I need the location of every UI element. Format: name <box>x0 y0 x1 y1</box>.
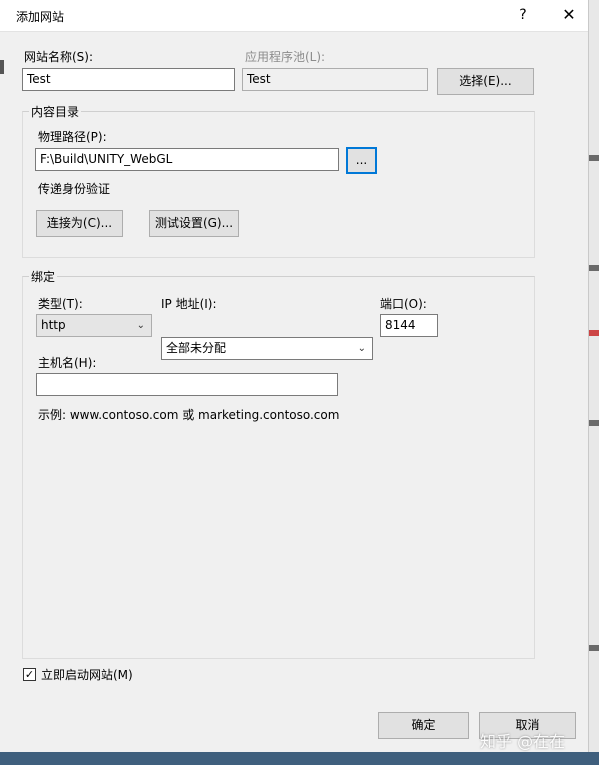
site-name-input[interactable]: Test <box>22 68 235 91</box>
pass-through-auth-label: 传递身份验证 <box>38 182 111 196</box>
select-pool-button[interactable]: 选择(E)... <box>437 68 534 95</box>
hostname-input[interactable] <box>36 373 338 396</box>
port-label: 端口(O): <box>380 297 427 311</box>
start-now-checkbox[interactable]: ✓ <box>23 668 36 681</box>
help-button[interactable]: ? <box>512 4 534 26</box>
physical-path-input[interactable]: F:\Build\UNITY_WebGL <box>35 148 339 171</box>
type-select[interactable]: http ⌄ <box>36 314 152 337</box>
connect-as-button[interactable]: 连接为(C)... <box>36 210 123 237</box>
content-directory-title: 内容目录 <box>29 103 82 120</box>
type-label: 类型(T): <box>38 297 83 311</box>
browse-button[interactable]: ... <box>346 147 377 174</box>
ip-address-select-value: 全部未分配 <box>166 341 227 355</box>
test-settings-button[interactable]: 测试设置(G)... <box>149 210 239 237</box>
chevron-down-icon: ⌄ <box>357 343 366 354</box>
port-input[interactable]: 8144 <box>380 314 438 337</box>
background-taskbar <box>0 752 599 765</box>
check-icon: ✓ <box>24 668 35 681</box>
physical-path-label: 物理路径(P): <box>38 130 107 144</box>
background-window-edge <box>0 60 4 74</box>
hostname-example: 示例: www.contoso.com 或 marketing.contoso.… <box>38 408 340 422</box>
app-pool-label: 应用程序池(L): <box>245 50 326 64</box>
start-now-label[interactable]: 立即启动网站(M) <box>41 666 133 683</box>
dialog-title: 添加网站 <box>16 10 65 24</box>
background-window-strip <box>588 0 599 765</box>
dialog-titlebar: 添加网站 ? ✕ <box>0 0 588 32</box>
watermark: 知乎 @在在 <box>480 732 566 751</box>
ip-address-select[interactable]: 全部未分配 ⌄ <box>161 337 373 360</box>
type-select-value: http <box>41 318 66 332</box>
app-pool-field: Test <box>242 68 428 91</box>
ok-button[interactable]: 确定 <box>378 712 469 739</box>
hostname-label: 主机名(H): <box>38 356 97 370</box>
binding-title: 绑定 <box>29 268 58 285</box>
ip-address-label: IP 地址(I): <box>161 297 217 311</box>
chevron-down-icon: ⌄ <box>136 320 145 331</box>
site-name-label: 网站名称(S): <box>24 50 94 64</box>
close-button[interactable]: ✕ <box>556 4 582 26</box>
